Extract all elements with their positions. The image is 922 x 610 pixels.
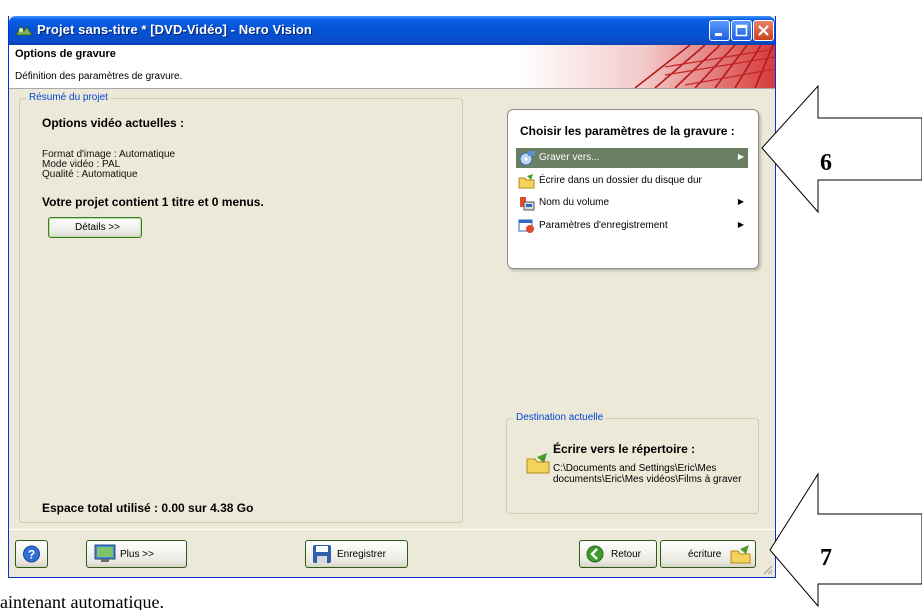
document-caption-text: aintenant automatique. bbox=[0, 592, 164, 610]
callout-label-6: 6 bbox=[820, 150, 832, 176]
callout-arrow-7 bbox=[769, 472, 922, 608]
callout-label-7: 7 bbox=[820, 545, 832, 571]
callout-arrow-6 bbox=[761, 84, 922, 214]
callout-arrows-layer bbox=[761, 84, 922, 608]
